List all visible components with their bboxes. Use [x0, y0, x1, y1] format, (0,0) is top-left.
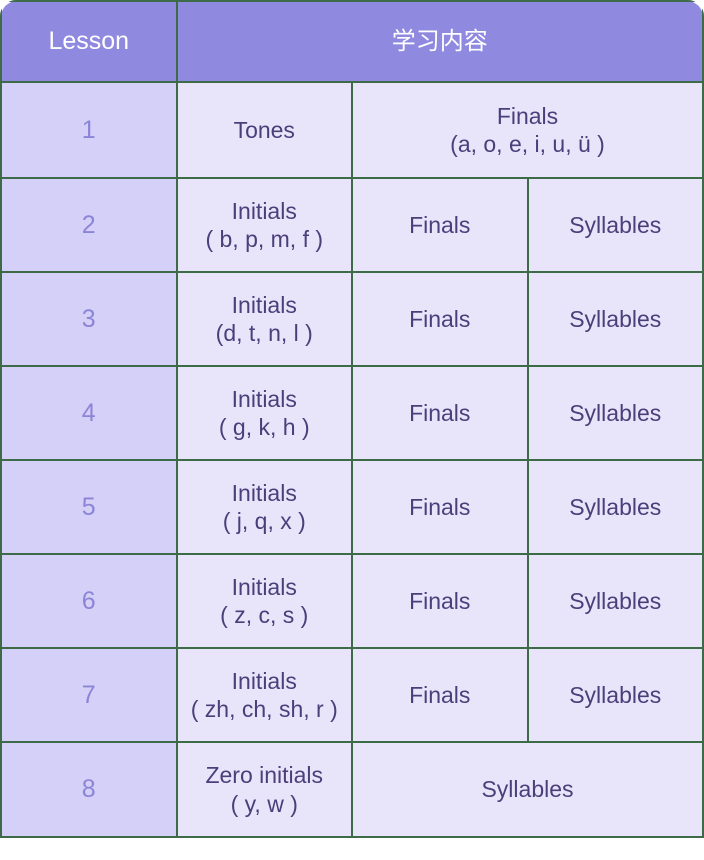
lesson-content-cell: Initials (d, t, n, l ): [175, 271, 353, 367]
content-line-secondary: ( y, w ): [230, 790, 298, 817]
table-row: 6 Initials ( z, c, s ) Finals Syllables: [0, 553, 704, 649]
content-line-primary: Syllables: [569, 399, 662, 426]
lesson-content-cell: Tones: [175, 81, 353, 179]
lesson-content-cell: Initials ( z, c, s ): [175, 553, 353, 649]
content-line-secondary: ( z, c, s ): [220, 602, 309, 628]
lesson-plan-table-container: Lesson 学习内容 1 Tones Finals (a, o, e, i, …: [0, 0, 704, 860]
content-line-secondary: ( b, p, m, f ): [205, 226, 324, 252]
table-row: 2 Initials ( b, p, m, f ) Finals Syllabl…: [0, 177, 704, 273]
table-row: 1 Tones Finals (a, o, e, i, u, ü ): [0, 81, 704, 179]
content-line-secondary: ( g, k, h ): [218, 414, 310, 440]
table-row: 5 Initials ( j, q, x ) Finals Syllables: [0, 459, 704, 555]
lesson-content-cell: Finals: [351, 459, 529, 555]
lesson-content-cell: Finals (a, o, e, i, u, ü ): [351, 81, 704, 179]
table-row: 4 Initials ( g, k, h ) Finals Syllables: [0, 365, 704, 461]
lesson-content-cell: Finals: [351, 365, 529, 461]
content-line-primary: Tones: [233, 116, 295, 143]
header-row: Lesson 学习内容: [0, 0, 704, 83]
lesson-number-cell: 6: [0, 553, 178, 649]
lesson-number-cell: 3: [0, 271, 178, 367]
content-line-primary: Initials: [231, 573, 297, 600]
content-line-primary: Syllables: [569, 587, 662, 614]
lesson-content-cell: Initials ( g, k, h ): [175, 365, 353, 461]
lesson-content-cell: Zero initials ( y, w ): [175, 741, 353, 838]
content-line-primary: Zero initials: [205, 762, 324, 789]
table-row: 3 Initials (d, t, n, l ) Finals Syllable…: [0, 271, 704, 367]
table-header: Lesson 学习内容: [0, 0, 704, 83]
lesson-content-cell: Initials ( j, q, x ): [175, 459, 353, 555]
table-row: 7 Initials ( zh, ch, sh, r ) Finals Syll…: [0, 647, 704, 743]
content-line-primary: Finals: [409, 681, 471, 708]
lesson-number-cell: 4: [0, 365, 178, 461]
content-line-primary: Finals: [496, 102, 559, 129]
content-line-primary: Finals: [409, 493, 471, 520]
content-line-primary: Initials: [231, 667, 297, 694]
content-line-primary: Finals: [409, 305, 471, 332]
table-row: 8 Zero initials ( y, w ) Syllables: [0, 741, 704, 838]
lesson-number-cell: 1: [0, 81, 178, 179]
lesson-content-cell: Finals: [351, 647, 529, 743]
header-cell-study-content: 学习内容: [175, 0, 704, 83]
lesson-number-cell: 7: [0, 647, 178, 743]
content-line-secondary: ( j, q, x ): [222, 508, 306, 534]
lesson-content-cell: Syllables: [526, 271, 704, 367]
lesson-content-cell: Initials ( b, p, m, f ): [175, 177, 353, 273]
content-line-secondary: (a, o, e, i, u, ü ): [450, 131, 605, 157]
lesson-content-cell: Initials ( zh, ch, sh, r ): [175, 647, 353, 743]
lesson-content-cell: Syllables: [526, 553, 704, 649]
table-body: 1 Tones Finals (a, o, e, i, u, ü ) 2 Ini…: [0, 81, 704, 838]
lesson-content-cell: Syllables: [351, 741, 704, 838]
content-line-primary: Initials: [231, 385, 297, 412]
content-line-primary: Finals: [409, 211, 471, 238]
lesson-number-cell: 8: [0, 741, 178, 838]
lesson-content-cell: Finals: [351, 553, 529, 649]
lesson-content-cell: Syllables: [526, 365, 704, 461]
header-cell-lesson: Lesson: [0, 0, 178, 83]
lesson-content-cell: Finals: [351, 271, 529, 367]
lesson-number-cell: 2: [0, 177, 178, 273]
lesson-plan-table: Lesson 学习内容 1 Tones Finals (a, o, e, i, …: [0, 0, 704, 838]
content-line-primary: Initials: [231, 197, 297, 224]
content-line-secondary: ( zh, ch, sh, r ): [190, 696, 338, 722]
content-line-primary: Syllables: [481, 776, 574, 803]
content-line-primary: Syllables: [569, 493, 662, 520]
lesson-content-cell: Syllables: [526, 647, 704, 743]
content-line-primary: Finals: [409, 399, 471, 426]
content-line-primary: Initials: [231, 479, 297, 506]
content-line-primary: Finals: [409, 587, 471, 614]
content-line-primary: Syllables: [569, 211, 662, 238]
content-line-secondary: (d, t, n, l ): [215, 320, 313, 346]
content-line-primary: Syllables: [569, 681, 662, 708]
content-line-primary: Syllables: [569, 305, 662, 332]
lesson-content-cell: Finals: [351, 177, 529, 273]
content-line-primary: Initials: [231, 291, 297, 318]
lesson-number-cell: 5: [0, 459, 178, 555]
lesson-content-cell: Syllables: [526, 177, 704, 273]
lesson-content-cell: Syllables: [526, 459, 704, 555]
